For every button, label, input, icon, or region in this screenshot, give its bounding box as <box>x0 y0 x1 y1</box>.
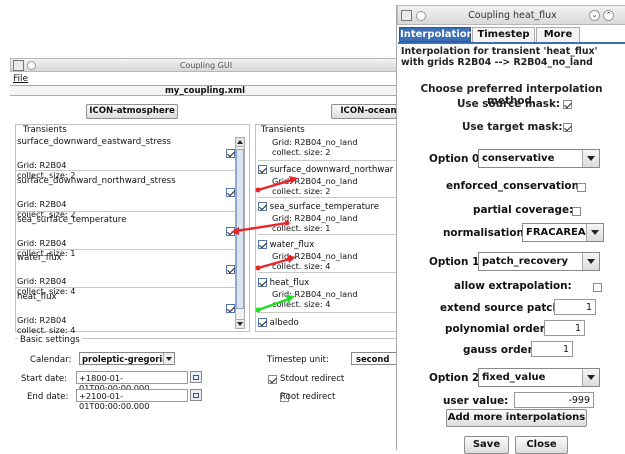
option2-label: Option 2 <box>429 372 480 384</box>
option2-select[interactable]: fixed_value <box>478 368 600 387</box>
allow-extrapolation-label: allow extrapolation: <box>454 280 572 292</box>
calendar-value: proleptic-gregorian <box>82 354 174 364</box>
calendar-label: Calendar: <box>30 355 72 365</box>
expand-icon[interactable]: ⌃ <box>603 10 614 21</box>
option0-select[interactable]: conservative <box>478 149 600 168</box>
tab-more[interactable]: More <box>536 27 580 42</box>
chevron-down-icon[interactable] <box>582 253 599 270</box>
partial-coverage-label: partial coverage: <box>473 204 574 216</box>
chevron-down-icon[interactable] <box>582 369 599 386</box>
calendar-picker-icon[interactable] <box>190 389 202 401</box>
polynomial-order-label: polynomial order: <box>445 323 550 335</box>
timestep-unit-value: second <box>356 354 390 364</box>
user-value-field[interactable]: -999 <box>514 392 594 408</box>
calendar-picker-icon[interactable] <box>190 371 202 383</box>
basic-settings-panel: Basic settings <box>15 335 405 400</box>
normalisation-value: FRACAREA <box>526 227 586 238</box>
chevron-down-icon[interactable] <box>586 224 603 241</box>
close-button[interactable]: Close <box>515 436 568 454</box>
calendar-select[interactable]: proleptic-gregorian <box>79 352 175 365</box>
end-date-label: End date: <box>27 392 69 402</box>
link-arrow-green <box>255 295 295 313</box>
use-source-mask-checkbox[interactable] <box>563 100 572 109</box>
gauss-order-field[interactable]: 1 <box>531 341 573 357</box>
normalisation-select[interactable]: FRACAREA <box>522 223 604 242</box>
timestep-unit-label: Timestep unit: <box>267 355 329 365</box>
option2-value: fixed_value <box>482 372 546 383</box>
add-more-interpolations-button[interactable]: Add more interpolations <box>446 409 587 427</box>
timestep-unit-select[interactable]: second <box>351 352 400 365</box>
link-arrow-red <box>255 176 298 193</box>
coupling-dialog: Coupling heat_flux ⌄ ⌃ Interpolation Tim… <box>396 5 625 454</box>
start-date-label: Start date: <box>21 374 67 384</box>
tab-timestep[interactable]: Timestep <box>472 27 535 42</box>
heading-line-2: with grids R2B04 --> R2B04_no_land <box>401 57 593 68</box>
chevron-down-icon[interactable] <box>163 353 174 364</box>
option1-label: Option 1 <box>429 256 480 268</box>
use-target-mask-checkbox[interactable] <box>563 123 572 132</box>
extend-source-patch-field[interactable]: 1 <box>554 299 596 315</box>
main-window: Coupling GUI File my_coupling.xml ICON-a… <box>10 58 406 420</box>
option0-label: Option 0 <box>429 153 480 165</box>
extend-source-patch-label: extend source patch: <box>440 302 565 314</box>
enforced-conservation-checkbox[interactable] <box>577 183 586 192</box>
chevron-down-icon[interactable] <box>582 150 599 167</box>
end-date-field[interactable]: +2100-01-01T00:00:00.000 <box>76 389 188 411</box>
dialog-titlebar: Coupling heat_flux ⌄ ⌃ <box>397 5 625 25</box>
option1-select[interactable]: patch_recovery <box>478 252 600 271</box>
use-target-mask-label: Use target mask: <box>462 121 563 133</box>
save-button[interactable]: Save <box>464 436 509 454</box>
tab-interpolation[interactable]: Interpolation <box>399 27 474 42</box>
link-arrow-red <box>231 220 290 235</box>
user-value-label: user value: <box>443 395 509 407</box>
use-source-mask-label: Use source mask: <box>457 98 561 110</box>
gauss-order-label: gauss order: <box>463 344 537 356</box>
stdout-redirect-checkbox[interactable] <box>268 375 277 384</box>
partial-coverage-checkbox[interactable] <box>571 207 581 216</box>
heading-line-1: Interpolation for transient 'heat_flux' <box>401 46 598 57</box>
collapse-icon[interactable]: ⌄ <box>589 10 600 21</box>
option0-value: conservative <box>482 153 555 164</box>
option1-value: patch_recovery <box>482 256 568 267</box>
allow-extrapolation-checkbox[interactable] <box>593 283 603 292</box>
dialog-heading: Interpolation for transient 'heat_flux' … <box>401 46 625 68</box>
enforced-conservation-label: enforced_conservation: <box>446 180 584 192</box>
end-date-value: +2100-01-01T00:00:00.000 <box>79 391 150 411</box>
polynomial-order-field[interactable]: 1 <box>544 320 585 336</box>
link-arrow-red <box>255 255 296 271</box>
stdout-redirect-label: Stdout redirect <box>280 374 345 384</box>
start-date-field[interactable]: +1800-01-01T00:00:00.000 <box>76 371 188 393</box>
root-redirect-label: Root redirect <box>280 392 336 402</box>
basic-settings-title: Basic settings <box>18 335 82 345</box>
normalisation-label: normalisation: <box>443 227 529 239</box>
